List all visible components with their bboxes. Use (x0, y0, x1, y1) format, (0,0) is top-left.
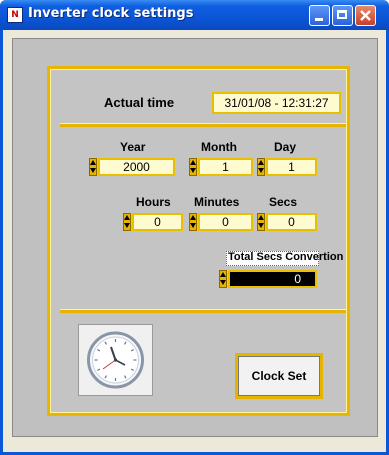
hours-label: Hours (136, 195, 171, 209)
spinner-up-icon (124, 215, 130, 220)
spinner-down-icon (124, 223, 130, 228)
divider-bottom (60, 309, 346, 313)
secs-spinner[interactable] (257, 213, 265, 231)
minimize-icon (315, 18, 323, 21)
actual-time-label: Actual time (104, 95, 175, 110)
clock-image-button[interactable] (78, 324, 153, 396)
close-button[interactable] (355, 5, 376, 26)
minutes-field[interactable]: 0 (198, 213, 253, 231)
minimize-button[interactable] (309, 5, 330, 26)
title-bar[interactable]: N Inverter clock settings (0, 0, 389, 30)
month-label: Month (201, 140, 237, 154)
spinner-up-icon (258, 215, 264, 220)
year-field[interactable]: 2000 (98, 158, 175, 176)
day-spinner[interactable] (257, 158, 265, 176)
spinner-down-icon (190, 168, 196, 173)
year-spinner[interactable] (89, 158, 97, 176)
hours-spinner[interactable] (123, 213, 131, 231)
app-icon: N (7, 7, 23, 23)
close-icon (360, 10, 371, 21)
total-secs-label: Total Secs Convertion (228, 251, 344, 263)
maximize-button[interactable] (332, 5, 353, 26)
month-field[interactable]: 1 (198, 158, 253, 176)
spinner-up-icon (258, 160, 264, 165)
minutes-label: Minutes (194, 195, 240, 209)
clock-set-label: Clock Set (238, 356, 320, 396)
spinner-down-icon (220, 280, 226, 285)
spinner-up-icon (220, 272, 226, 277)
spinner-down-icon (258, 168, 264, 173)
spinner-up-icon (90, 160, 96, 165)
maximize-icon (337, 10, 347, 19)
clock-icon (87, 331, 144, 389)
spinner-down-icon (90, 168, 96, 173)
secs-field[interactable]: 0 (266, 213, 317, 231)
divider-top (60, 123, 346, 127)
total-secs-field[interactable]: 0 (228, 270, 317, 288)
minutes-spinner[interactable] (189, 213, 197, 231)
secs-label: Secs (269, 195, 298, 209)
day-field[interactable]: 1 (266, 158, 317, 176)
spinner-down-icon (190, 223, 196, 228)
clock-set-button[interactable]: Clock Set (235, 353, 323, 399)
total-secs-spinner[interactable] (219, 270, 227, 288)
day-label: Day (274, 140, 297, 154)
year-label: Year (120, 140, 146, 154)
spinner-up-icon (190, 160, 196, 165)
spinner-down-icon (258, 223, 264, 228)
hours-field[interactable]: 0 (132, 213, 183, 231)
month-spinner[interactable] (189, 158, 197, 176)
spinner-up-icon (190, 215, 196, 220)
app-window: N Inverter clock settings Actual time 31… (0, 0, 389, 455)
actual-time-display: 31/01/08 - 12:31:27 (212, 92, 341, 114)
window-title: Inverter clock settings (28, 6, 194, 21)
